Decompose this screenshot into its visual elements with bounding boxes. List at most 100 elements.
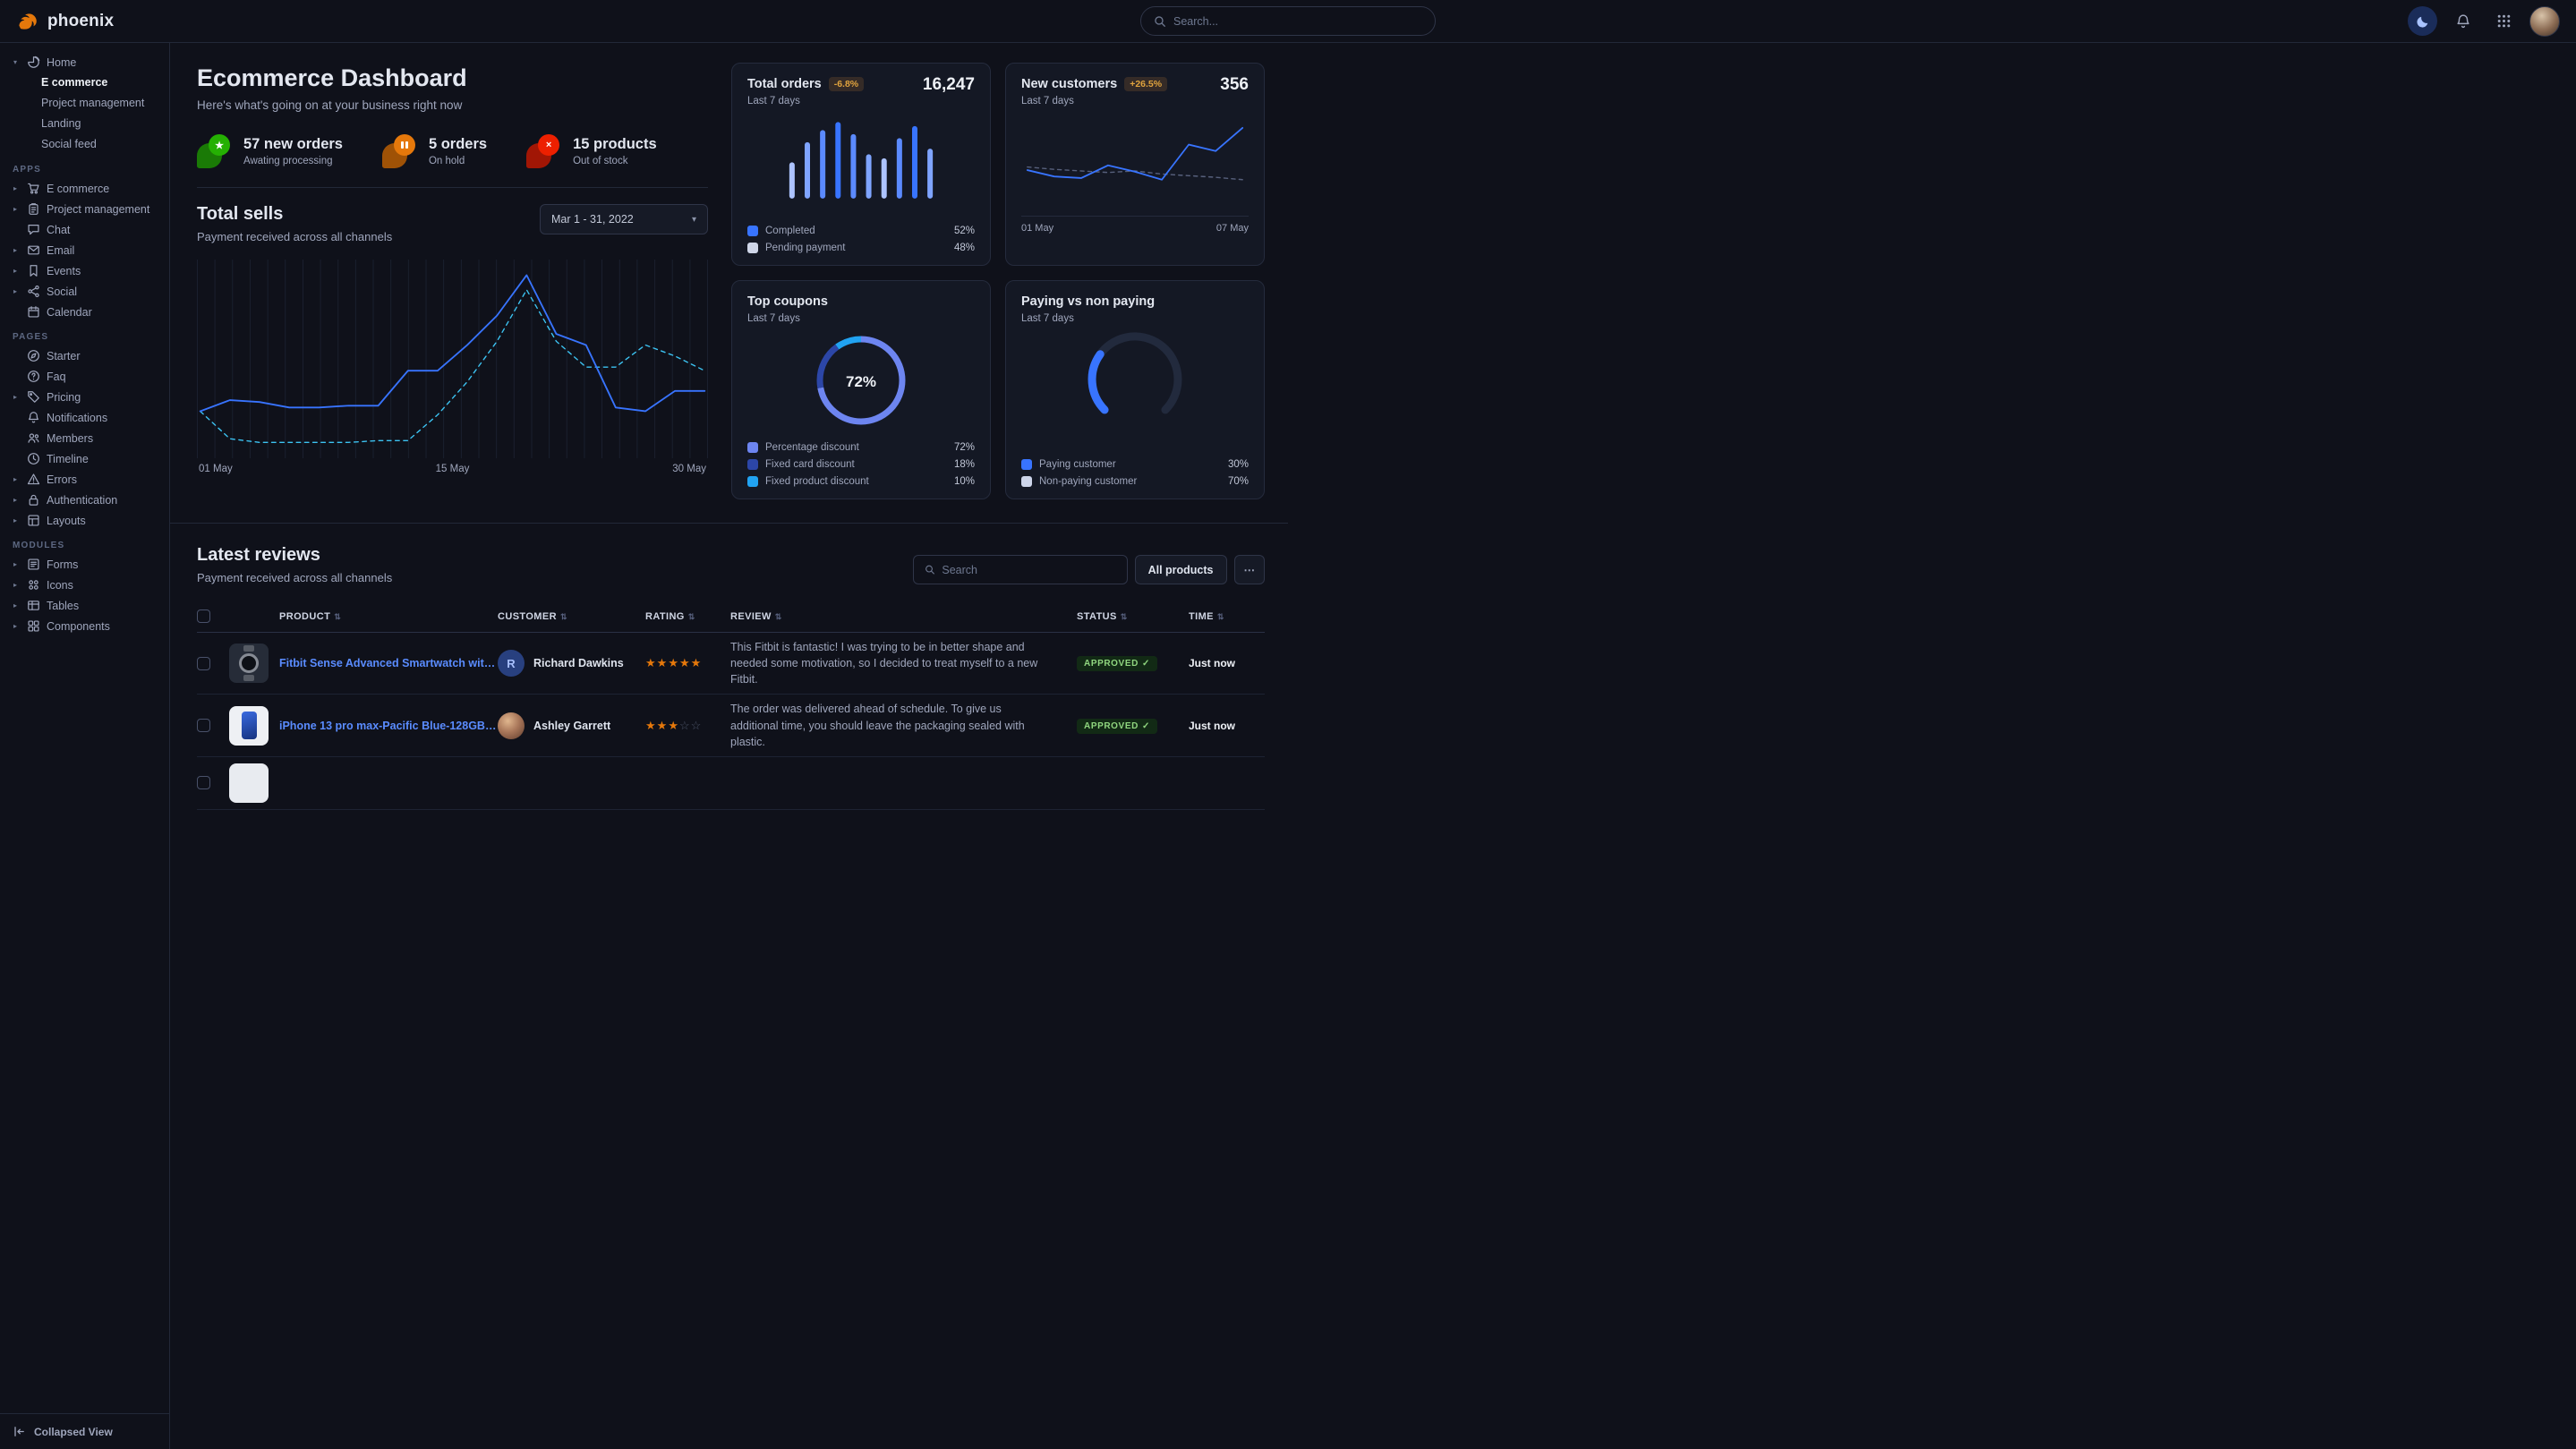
kpi-cards: Total orders -6.8% Last 7 days 16,247 Co… — [731, 63, 1265, 499]
column-header-status[interactable]: STATUS⇅ — [1077, 611, 1189, 622]
legend-label: Fixed product discount — [765, 476, 869, 487]
legend-value: 70% — [1228, 476, 1249, 487]
legend-item: Percentage discount 72% — [747, 442, 975, 453]
reviews-table: PRODUCT⇅ CUSTOMER⇅ RATING⇅ REVIEW⇅ STATU… — [197, 601, 1265, 810]
stat-value: 15 products — [573, 136, 657, 153]
row-checkbox[interactable] — [197, 657, 210, 670]
sidebar-item-project-management[interactable]: ▸Project management — [11, 199, 162, 219]
legend-item: Fixed product discount 10% — [747, 476, 975, 487]
table-body: Fitbit Sense Advanced Smartwatch with To… — [197, 633, 1265, 810]
brand[interactable]: phoenix — [16, 9, 170, 33]
legend-value: 30% — [1228, 459, 1249, 470]
pause-icon — [382, 133, 418, 169]
sidebar-item-timeline[interactable]: Timeline — [11, 448, 162, 469]
sidebar-subitem-project-management[interactable]: Project management — [11, 93, 162, 114]
card-period: Last 7 days — [747, 96, 975, 107]
warning-icon — [27, 473, 40, 486]
sidebar-item-label: Tables — [47, 600, 79, 612]
calendar-icon — [27, 305, 40, 319]
column-header-rating[interactable]: RATING⇅ — [645, 611, 730, 622]
x-icon: × — [526, 133, 562, 169]
user-avatar[interactable] — [2529, 6, 2560, 37]
total-sells-subtitle: Payment received across all channels — [197, 230, 392, 243]
legend-swatch — [747, 226, 758, 236]
sidebar-subitem-social-feed[interactable]: Social feed — [11, 134, 162, 155]
sidebar-item-layouts[interactable]: ▸Layouts — [11, 510, 162, 531]
trend-badge: +26.5% — [1124, 77, 1167, 91]
donut-center-label: 72% — [812, 331, 910, 432]
sidebar-item-events[interactable]: ▸Events — [11, 260, 162, 281]
reviews-search[interactable] — [913, 555, 1128, 584]
sidebar-item-authentication[interactable]: ▸Authentication — [11, 490, 162, 510]
sidebar-item-label: Components — [47, 620, 110, 633]
card-period: Last 7 days — [747, 313, 975, 324]
collapse-icon — [13, 1425, 26, 1438]
product-link[interactable]: iPhone 13 pro max-Pacific Blue-128GB sto… — [279, 720, 498, 732]
sidebar-item-email[interactable]: ▸Email — [11, 240, 162, 260]
sidebar-subitem-landing[interactable]: Landing — [11, 114, 162, 134]
status-badge: APPROVED✓ — [1077, 719, 1157, 734]
sort-icon: ⇅ — [775, 612, 782, 621]
stat-value: 57 new orders — [243, 136, 343, 153]
legend-label: Paying customer — [1039, 459, 1116, 470]
date-range-value: Mar 1 - 31, 2022 — [551, 213, 634, 226]
row-checkbox[interactable] — [197, 776, 210, 789]
chevron-right-icon: ▸ — [11, 516, 20, 524]
customer-name[interactable]: Ashley Garrett — [533, 720, 610, 732]
card-title: Top coupons — [747, 294, 828, 309]
reviews-search-input[interactable] — [942, 564, 1115, 576]
product-link[interactable]: Fitbit Sense Advanced Smartwatch with To… — [279, 657, 498, 669]
chevron-right-icon: ▸ — [11, 601, 20, 609]
sort-icon: ⇅ — [1217, 612, 1224, 621]
apps-grid-button[interactable] — [2489, 7, 2518, 36]
total-orders-card: Total orders -6.8% Last 7 days 16,247 Co… — [731, 63, 991, 266]
sidebar-item-starter[interactable]: Starter — [11, 345, 162, 366]
cart-icon — [27, 182, 40, 195]
sidebar: ▾HomeE commerceProject managementLanding… — [0, 43, 170, 1449]
sidebar-item-tables[interactable]: ▸ Tables — [11, 595, 162, 616]
collapsed-view-toggle[interactable]: Collapsed View — [0, 1413, 169, 1449]
sidebar-item-label: Chat — [47, 224, 70, 236]
axis-label: 01 May — [1021, 223, 1053, 234]
customer-name[interactable]: Richard Dawkins — [533, 657, 624, 669]
select-all-checkbox[interactable] — [197, 609, 210, 623]
more-options-button[interactable]: ⋯ — [1234, 555, 1266, 584]
sidebar-item-calendar[interactable]: Calendar — [11, 302, 162, 322]
sidebar-item-social[interactable]: ▸Social — [11, 281, 162, 302]
stat-orders-on-hold: 5 orders On hold — [382, 133, 487, 169]
column-header-product[interactable]: PRODUCT⇅ — [229, 611, 498, 622]
sidebar-item-icons[interactable]: ▸Icons — [11, 575, 162, 595]
pie-chart-icon — [27, 55, 40, 69]
column-header-review[interactable]: REVIEW⇅ — [730, 611, 1077, 622]
column-header-time[interactable]: TIME⇅ — [1189, 611, 1265, 622]
row-checkbox[interactable] — [197, 719, 210, 732]
legend-swatch — [747, 243, 758, 253]
sidebar-item-forms[interactable]: ▸Forms — [11, 554, 162, 575]
theme-toggle-button[interactable] — [2408, 6, 2437, 36]
sidebar-item-notifications[interactable]: Notifications — [11, 407, 162, 428]
sidebar-item-e-commerce[interactable]: ▸E commerce — [11, 178, 162, 199]
sidebar-item-members[interactable]: Members — [11, 428, 162, 448]
sidebar-item-label: Home — [47, 56, 76, 69]
card-value: 16,247 — [923, 75, 975, 95]
search-input[interactable] — [1173, 15, 1422, 28]
sidebar-item-components[interactable]: ▸Components — [11, 616, 162, 636]
sidebar-item-home[interactable]: ▾Home — [11, 52, 162, 72]
envelope-icon — [27, 243, 40, 257]
sidebar-item-faq[interactable]: Faq — [11, 366, 162, 387]
card-title: Total orders — [747, 77, 822, 91]
all-products-button[interactable]: All products — [1135, 555, 1227, 584]
navbar-search[interactable] — [1140, 6, 1436, 36]
axis-label: 07 May — [1216, 223, 1249, 234]
sidebar-item-chat[interactable]: Chat — [11, 219, 162, 240]
legend-value: 10% — [954, 476, 975, 487]
new-customers-card: New customers +26.5% Last 7 days 356 01 … — [1005, 63, 1265, 266]
table-row — [197, 757, 1265, 810]
date-range-select[interactable]: Mar 1 - 31, 2022 ▾ — [540, 204, 708, 234]
sidebar-item-pricing[interactable]: ▸Pricing — [11, 387, 162, 407]
sidebar-item-errors[interactable]: ▸Errors — [11, 469, 162, 490]
sidebar-subitem-e-commerce[interactable]: E commerce — [11, 72, 162, 93]
notifications-button[interactable] — [2449, 7, 2478, 36]
chevron-right-icon: ▸ — [11, 475, 20, 483]
column-header-customer[interactable]: CUSTOMER⇅ — [498, 611, 645, 622]
